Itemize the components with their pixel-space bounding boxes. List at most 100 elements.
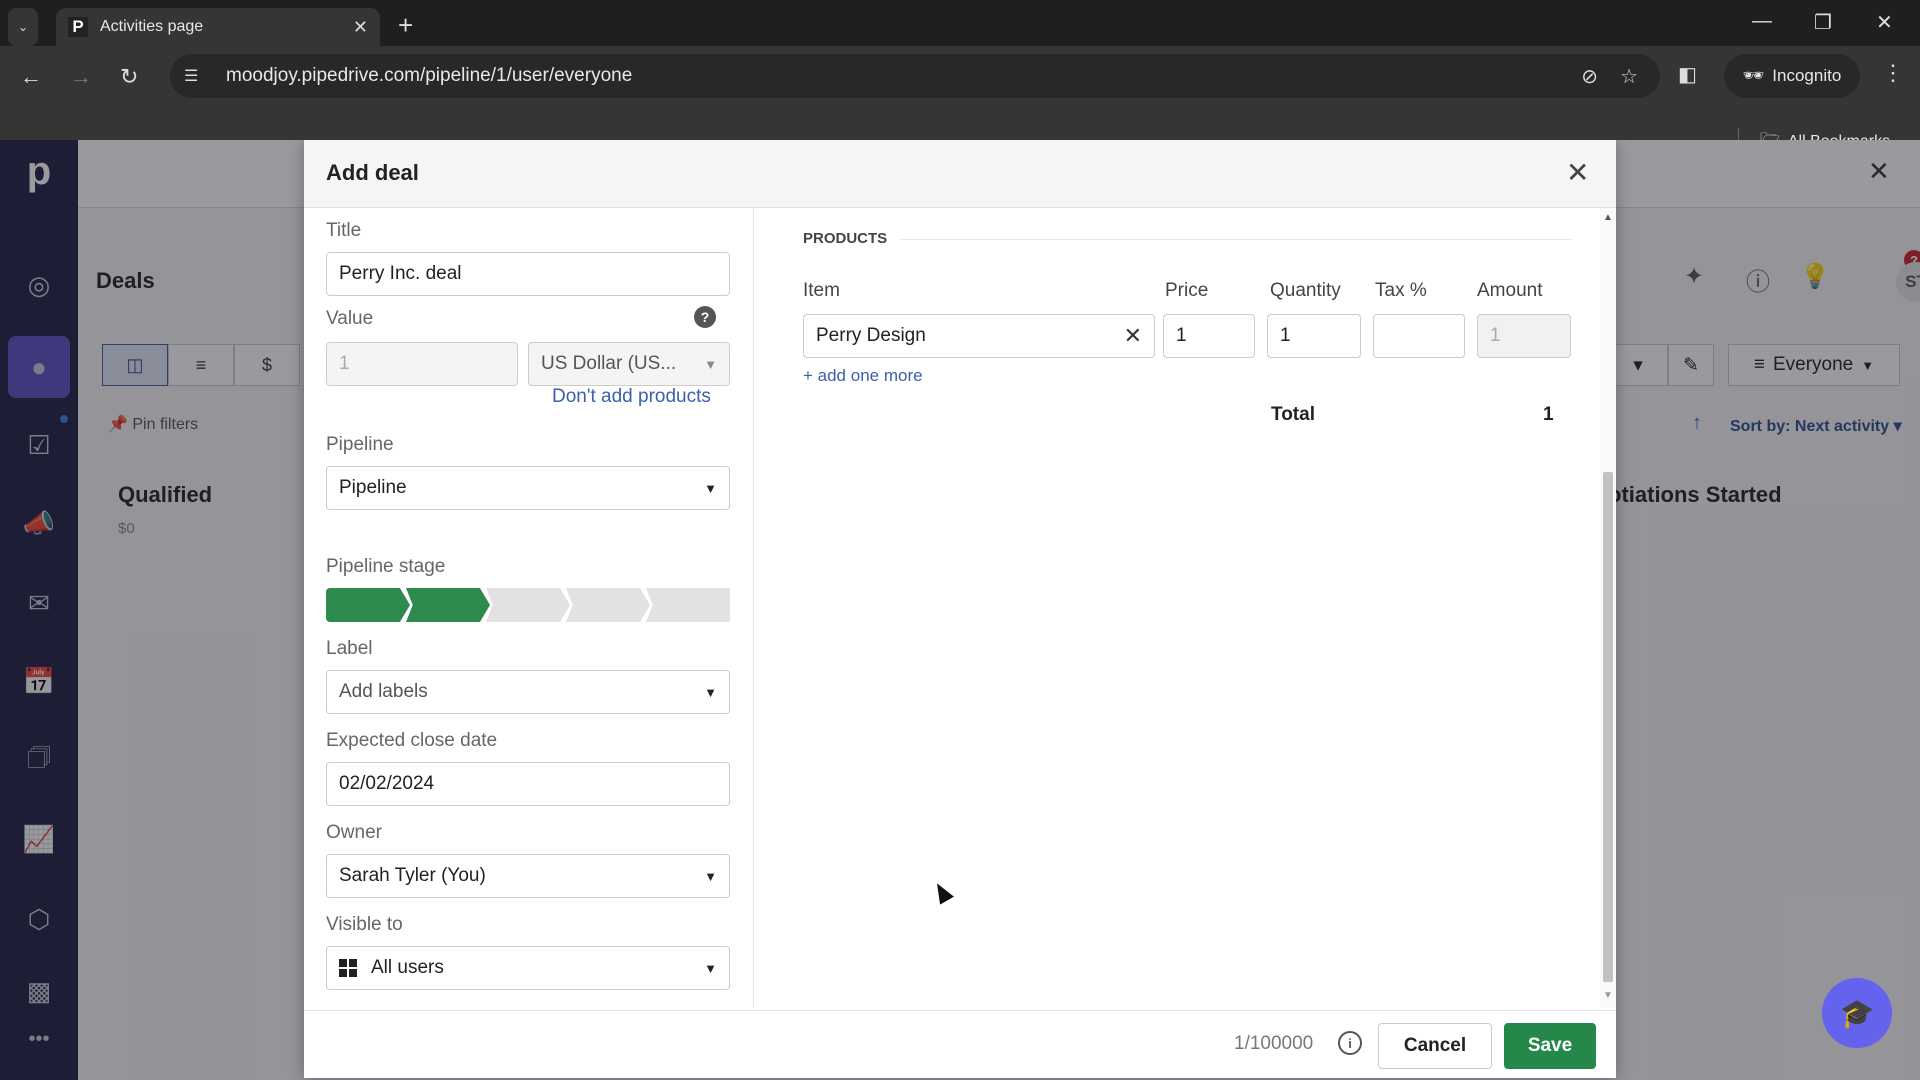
owner-label: Owner <box>326 822 382 843</box>
currency-select[interactable]: US Dollar (US... ▼ <box>528 342 730 386</box>
title-value: Perry Inc. deal <box>339 263 462 284</box>
site-info-icon[interactable]: ☰ <box>184 66 212 86</box>
restore-icon[interactable]: ❐ <box>1814 10 1832 35</box>
add-deal-modal: Add deal ✕ Title Perry Inc. deal Value ?… <box>304 140 1616 1078</box>
pipeline-select[interactable]: Pipeline ▼ <box>326 466 730 510</box>
minimize-icon[interactable]: — <box>1752 10 1772 33</box>
column-header-quantity: Quantity <box>1270 280 1341 301</box>
close-modal-icon[interactable]: ✕ <box>1566 156 1589 189</box>
owner-value: Sarah Tyler (You) <box>339 865 486 886</box>
graduation-cap-icon: 🎓 <box>1839 997 1875 1029</box>
star-icon[interactable]: ☆ <box>1620 64 1638 89</box>
products-section-title: PRODUCTS <box>803 230 888 247</box>
labels-select[interactable]: Add labels ▼ <box>326 670 730 714</box>
column-header-amount: Amount <box>1477 280 1543 301</box>
close-date-input[interactable]: 02/02/2024 <box>326 762 730 806</box>
clear-icon[interactable]: ✕ <box>1124 323 1142 349</box>
browser-tab[interactable]: P Activities page ✕ <box>56 8 380 46</box>
caret-down-icon: ▼ <box>704 480 717 496</box>
pipeline-stage-segment[interactable] <box>646 588 730 622</box>
forward-icon[interactable]: → <box>70 64 92 90</box>
pipedrive-app: p ◎ ● ☑ 📣 ✉ 📅 🗇 📈 ⬡ ▩ ••• ✕ Deals ◫ ≡ $ … <box>0 140 1920 1080</box>
product-item-value: Perry Design <box>816 325 926 346</box>
info-icon[interactable]: i <box>1338 1031 1362 1055</box>
grid-icon <box>339 959 357 977</box>
product-amount-value: 1 <box>1490 325 1501 346</box>
pipedrive-favicon: P <box>68 17 88 37</box>
new-tab-button[interactable]: + <box>398 10 413 41</box>
products-panel: PRODUCTS Item Price Quantity Tax % Amoun… <box>755 208 1603 1008</box>
total-label: Total <box>1271 404 1315 425</box>
pipeline-stage-segment[interactable] <box>326 588 410 622</box>
pipeline-label: Pipeline <box>326 434 394 455</box>
side-panel-icon[interactable]: ◧ <box>1678 62 1697 87</box>
url-text[interactable]: moodjoy.pipedrive.com/pipeline/1/user/ev… <box>226 65 1581 87</box>
tab-search-button[interactable]: ⌄ <box>8 8 38 46</box>
value-input[interactable]: 1 <box>326 342 518 386</box>
browser-toolbar: ← → ↻ ☰ moodjoy.pipedrive.com/pipeline/1… <box>0 46 1920 150</box>
product-price-input[interactable]: 1 <box>1163 314 1255 358</box>
value-value: 1 <box>339 353 350 374</box>
dont-add-products-link[interactable]: Don't add products <box>552 386 711 408</box>
modal-footer: 1/100000 i Cancel Save <box>304 1010 1616 1078</box>
browser-menu-icon[interactable]: ⋮ <box>1882 60 1904 86</box>
divider <box>901 239 1571 240</box>
title-label: Title <box>326 220 362 241</box>
pipeline-stage-segment[interactable] <box>486 588 570 622</box>
pipeline-stage-segment[interactable] <box>566 588 650 622</box>
modal-header: Add deal ✕ <box>304 140 1616 208</box>
character-counter: 1/100000 <box>1234 1033 1314 1054</box>
chevron-down-icon: ⌄ <box>17 20 29 34</box>
cancel-button[interactable]: Cancel <box>1378 1023 1492 1069</box>
column-header-item: Item <box>803 280 840 301</box>
total-value: 1 <box>1543 404 1554 425</box>
scroll-down-icon[interactable]: ▼ <box>1603 990 1613 1001</box>
product-amount-input: 1 <box>1477 314 1571 358</box>
caret-down-icon: ▼ <box>704 960 717 976</box>
column-header-price: Price <box>1165 280 1209 301</box>
scroll-up-icon[interactable]: ▲ <box>1603 212 1613 223</box>
visible-to-select[interactable]: All users ▼ <box>326 946 730 990</box>
incognito-icon: 🕶 <box>1742 66 1765 85</box>
product-quantity-value: 1 <box>1280 325 1291 346</box>
pipeline-stage-selector <box>326 588 730 622</box>
close-window-icon[interactable]: ✕ <box>1876 10 1893 35</box>
academy-button[interactable]: 🎓 <box>1822 978 1892 1048</box>
owner-select[interactable]: Sarah Tyler (You) ▼ <box>326 854 730 898</box>
tab-title: Activities page <box>100 18 204 35</box>
address-bar[interactable]: ☰ moodjoy.pipedrive.com/pipeline/1/user/… <box>170 54 1660 98</box>
caret-down-icon: ▼ <box>704 868 717 884</box>
currency-value: US Dollar (US... <box>541 353 677 374</box>
visible-to-value: All users <box>371 957 444 978</box>
product-tax-input[interactable] <box>1373 314 1465 358</box>
pipeline-value: Pipeline <box>339 477 407 498</box>
deal-form: Title Perry Inc. deal Value ? 1 US Dolla… <box>304 208 754 1008</box>
column-header-tax: Tax % <box>1375 280 1427 301</box>
save-button[interactable]: Save <box>1504 1023 1596 1069</box>
product-item-input[interactable]: Perry Design ✕ <box>803 314 1155 358</box>
reload-icon[interactable]: ↻ <box>120 64 138 90</box>
pipeline-stage-label: Pipeline stage <box>326 556 446 577</box>
help-icon[interactable]: ? <box>694 306 716 328</box>
product-quantity-input[interactable]: 1 <box>1267 314 1361 358</box>
label-label: Label <box>326 638 373 659</box>
caret-down-icon: ▼ <box>704 356 717 372</box>
title-input[interactable]: Perry Inc. deal <box>326 252 730 296</box>
close-tab-icon[interactable]: ✕ <box>353 17 368 38</box>
caret-down-icon: ▼ <box>704 684 717 700</box>
close-date-label: Expected close date <box>326 730 498 751</box>
scrollbar[interactable]: ▲ ▼ <box>1600 208 1616 1008</box>
incognito-indicator[interactable]: 🕶 Incognito <box>1724 54 1860 98</box>
close-date-value: 02/02/2024 <box>339 773 435 794</box>
value-label: Value <box>326 308 374 329</box>
back-icon[interactable]: ← <box>20 64 42 90</box>
pipeline-stage-segment[interactable] <box>406 588 490 622</box>
product-price-value: 1 <box>1176 325 1187 346</box>
modal-title: Add deal <box>326 160 419 185</box>
browser-tabstrip: ⌄ P Activities page ✕ + — ❐ ✕ <box>0 0 1920 46</box>
labels-placeholder: Add labels <box>339 681 428 702</box>
eye-off-icon[interactable]: ⊘ <box>1581 64 1598 89</box>
add-one-more-link[interactable]: + add one more <box>803 366 923 386</box>
incognito-label: Incognito <box>1772 66 1842 85</box>
scrollbar-thumb[interactable] <box>1603 472 1613 982</box>
